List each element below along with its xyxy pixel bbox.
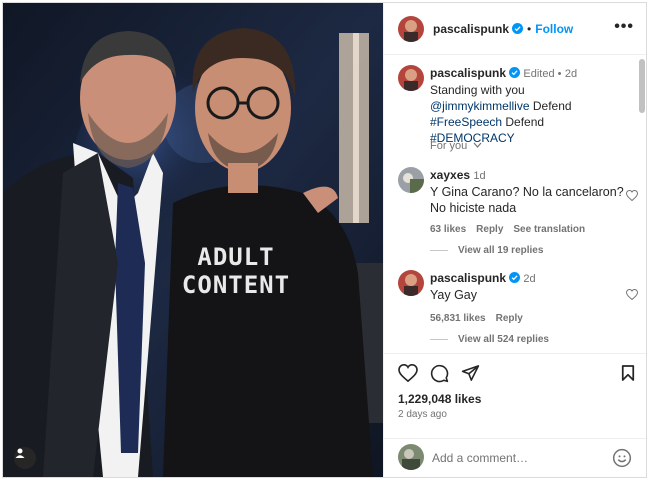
caption-age: 2d (564, 68, 578, 80)
comment-likes[interactable]: 63 likes (430, 224, 466, 235)
comment-body: pascalispunk 2d Yay Gay 56,831 likes Repl… (430, 270, 626, 327)
view-replies-button[interactable]: View all 524 replies (430, 334, 549, 345)
caption-body: pascalispunk Edited • 2d Standing with y… (430, 65, 626, 146)
scrollbar-thumb[interactable] (639, 59, 645, 113)
shirt-text: ADULT CONTENT (171, 243, 301, 299)
viewer-avatar (398, 444, 424, 470)
comment-age: 2d (523, 273, 536, 285)
caption-text-mid2: Defend (502, 115, 545, 129)
comment-author[interactable]: xayxes (430, 168, 470, 182)
view-replies-button[interactable]: View all 19 replies (430, 245, 543, 256)
comment-text: Y Gina Carano? No la cancelaron? No hici… (430, 185, 624, 215)
comment-actions: 56,831 likes Reply (430, 311, 626, 327)
tag-button[interactable] (14, 447, 36, 469)
comment-body: xayxes 1d Y Gina Carano? No la cancelaro… (430, 167, 626, 238)
replies-divider (430, 339, 448, 340)
caption-mention[interactable]: @jimmykimmellive (430, 99, 530, 113)
heart-icon[interactable] (626, 289, 638, 300)
post-actions: 1,229,048 likes 2 days ago (384, 353, 646, 438)
sort-label: For you (430, 140, 468, 152)
comments-scrollbar[interactable] (639, 59, 645, 347)
separator-dot: • (527, 21, 532, 36)
shirt-line-2: CONTENT (181, 271, 291, 299)
likes-count[interactable]: 1,229,048 likes (398, 392, 481, 406)
heart-icon[interactable] (626, 190, 638, 201)
comment-age: 1d (473, 170, 486, 182)
verified-badge-icon (509, 67, 521, 78)
caption-avatar[interactable] (398, 65, 424, 91)
caption-text-mid1: Defend (529, 99, 572, 113)
comment-text: Yay Gay (430, 288, 478, 302)
comment-input[interactable] (432, 449, 602, 467)
follow-button[interactable]: Follow (535, 22, 573, 36)
post-side-panel: pascalispunk • Follow ••• pascalispunk E… (383, 3, 646, 477)
replies-divider (430, 250, 448, 251)
post-photo[interactable]: ADULT CONTENT (3, 3, 383, 477)
comment-bubble-icon[interactable] (430, 364, 449, 383)
smiley-icon[interactable] (612, 448, 632, 468)
reply-button[interactable]: Reply (476, 224, 503, 235)
view-replies-label: View all 19 replies (458, 245, 544, 256)
author-username[interactable]: pascalispunk (433, 22, 509, 36)
paper-plane-icon[interactable] (461, 364, 480, 382)
see-translation-button[interactable]: See translation (513, 224, 585, 235)
chevron-down-icon (473, 142, 482, 148)
photo-illustration (3, 3, 383, 477)
comments-list[interactable]: pascalispunk Edited • 2d Standing with y… (384, 56, 640, 352)
caption-text-prefix: Standing with you (430, 83, 525, 97)
caption-hashtag-freespeech[interactable]: #FreeSpeech (430, 115, 502, 129)
caption-text: Standing with you @jimmykimmellive Defen… (430, 82, 626, 146)
bookmark-icon[interactable] (621, 364, 635, 382)
sort-comments-button[interactable]: For you (430, 140, 482, 152)
caption-author[interactable]: pascalispunk (430, 66, 506, 80)
comment-likes[interactable]: 56,831 likes (430, 313, 486, 324)
shirt-line-1: ADULT (197, 243, 275, 271)
commenter-avatar[interactable] (398, 167, 424, 193)
commenter-avatar[interactable] (398, 270, 424, 296)
caption-edited: Edited • (523, 68, 562, 80)
verified-badge-icon (512, 23, 524, 34)
post-dialog: ADULT CONTENT pascalispunk • Follow ••• (2, 2, 647, 478)
author-avatar[interactable] (398, 15, 424, 42)
user-tag-icon (15, 448, 25, 458)
heart-icon[interactable] (398, 364, 418, 382)
view-replies-label: View all 524 replies (458, 334, 549, 345)
post-date: 2 days ago (398, 409, 447, 420)
add-comment-bar (384, 438, 646, 477)
comment-author[interactable]: pascalispunk (430, 271, 506, 285)
post-header: pascalispunk • Follow ••• (384, 3, 646, 55)
more-options-button[interactable]: ••• (614, 19, 634, 35)
comment-actions: 63 likes Reply See translation (430, 222, 626, 238)
verified-badge-icon (509, 272, 521, 283)
reply-button[interactable]: Reply (496, 313, 523, 324)
